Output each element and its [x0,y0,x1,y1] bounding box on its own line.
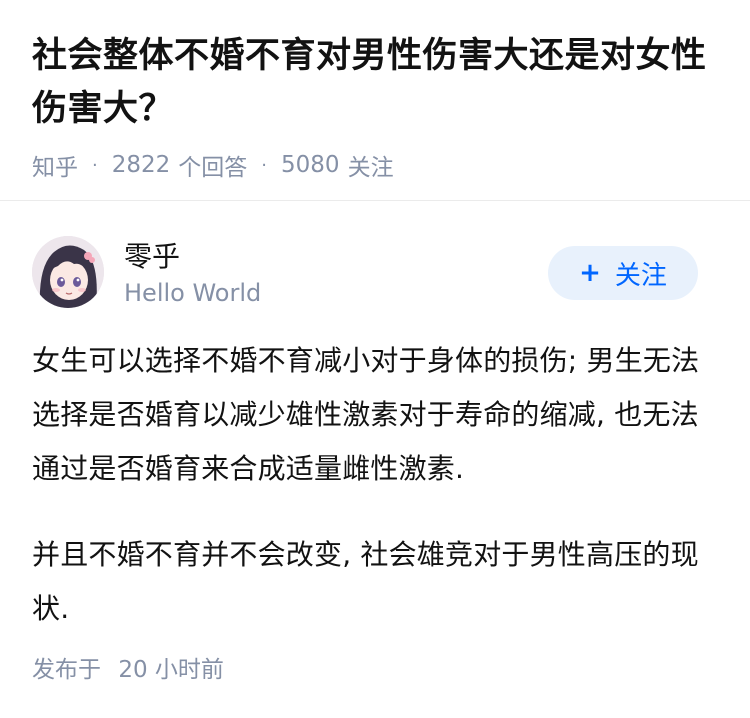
followers-label[interactable]: 关注 [348,148,394,182]
anime-avatar-icon[interactable] [32,236,104,308]
answer-paragraph: 女生可以选择不婚不育减小对于身体的损伤; 男生无法选择是否婚育以减少雄性激素对于… [32,344,700,485]
plus-icon: + [579,258,601,288]
answers-label[interactable]: 个回答 [178,148,247,182]
answer-body: 女生可以选择不婚不育减小对于身体的损伤; 男生无法选择是否婚育以减少雄性激素对于… [32,334,722,668]
separator-dot: · [92,154,98,176]
answer-paragraph: 并且不婚不育并不会改变, 社会雄竞对于男性高压的现状. [32,538,699,625]
follow-button-label: 关注 [614,260,667,291]
publish-label: 发布于 [32,657,101,683]
publish-time: 发布于 20 小时前 [32,650,224,684]
author-bio: Hello World [124,279,262,307]
source-label[interactable]: 知乎 [32,148,78,182]
answers-count[interactable]: 2822 [112,152,171,178]
question-meta: 知乎 · 2822 个回答 · 5080 关注 [32,148,718,182]
question-header: 社会整体不婚不育对男性伤害大还是对女性伤害大？ 知乎 · 2822 个回答 · … [0,0,750,182]
follow-button[interactable]: + 关注 [548,246,698,300]
separator-dot: · [261,154,268,176]
author-row: 零乎 Hello World + 关注 [32,236,718,310]
divider [0,200,750,201]
followers-count[interactable]: 5080 [281,152,340,178]
author-name[interactable]: 零乎 [124,240,180,274]
question-title[interactable]: 社会整体不婚不育对男性伤害大还是对女性伤害大？ [32,30,718,136]
publish-time-value: 20 小时前 [118,657,224,683]
